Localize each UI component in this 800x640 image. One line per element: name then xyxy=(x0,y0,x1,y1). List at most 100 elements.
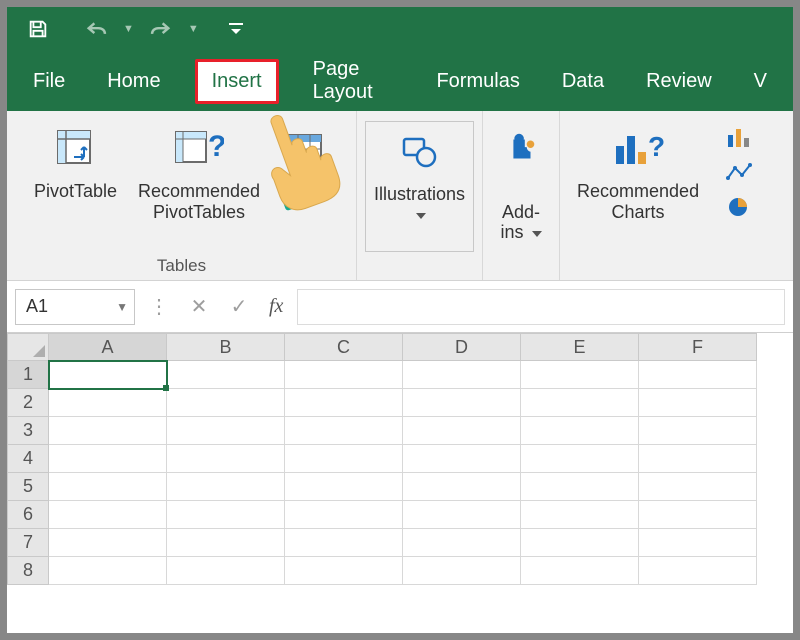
cell[interactable] xyxy=(521,529,639,557)
recommended-pivottables-button[interactable]: ? Recommended PivotTables xyxy=(129,121,269,252)
svg-text:?: ? xyxy=(208,130,224,163)
row-header[interactable]: 8 xyxy=(7,557,49,585)
cell[interactable] xyxy=(285,473,403,501)
customize-qat-icon[interactable] xyxy=(225,17,247,41)
redo-dropdown-icon[interactable]: ▼ xyxy=(188,23,199,35)
tab-formulas[interactable]: Formulas xyxy=(428,64,527,99)
cell[interactable] xyxy=(403,529,521,557)
cancel-formula-icon[interactable]: ✕ xyxy=(183,289,215,325)
cell[interactable] xyxy=(403,389,521,417)
cell[interactable] xyxy=(521,557,639,585)
select-all-corner[interactable] xyxy=(7,333,49,361)
pivottable-button[interactable]: PivotTable xyxy=(28,121,123,252)
illustrations-label: Illustrations xyxy=(374,184,465,225)
cell[interactable] xyxy=(285,557,403,585)
cell[interactable] xyxy=(639,501,757,529)
cell[interactable] xyxy=(285,529,403,557)
cell[interactable] xyxy=(403,445,521,473)
save-icon[interactable] xyxy=(23,14,53,44)
column-header[interactable]: E xyxy=(521,333,639,361)
cell[interactable] xyxy=(403,473,521,501)
illustrations-button[interactable]: Illustrations xyxy=(365,121,474,252)
undo-icon[interactable] xyxy=(79,15,113,43)
cell[interactable] xyxy=(167,473,285,501)
column-header[interactable]: D xyxy=(403,333,521,361)
recommended-charts-button[interactable]: ? Recommended Charts xyxy=(568,121,708,252)
cell[interactable] xyxy=(285,445,403,473)
cell[interactable] xyxy=(639,361,757,389)
cell[interactable] xyxy=(167,389,285,417)
row-header[interactable]: 7 xyxy=(7,529,49,557)
pie-chart-icon[interactable] xyxy=(726,195,752,224)
column-header[interactable]: A xyxy=(49,333,167,361)
cell[interactable] xyxy=(403,361,521,389)
cell[interactable] xyxy=(285,501,403,529)
row-header[interactable]: 2 xyxy=(7,389,49,417)
row-header[interactable]: 3 xyxy=(7,417,49,445)
tab-data[interactable]: Data xyxy=(554,64,612,99)
row-header[interactable]: 1 xyxy=(7,361,49,389)
tab-review[interactable]: Review xyxy=(638,64,720,99)
enter-formula-icon[interactable]: ✓ xyxy=(223,289,255,325)
tab-home[interactable]: Home xyxy=(99,64,168,99)
cell[interactable] xyxy=(49,501,167,529)
column-header[interactable]: B xyxy=(167,333,285,361)
cell[interactable] xyxy=(167,417,285,445)
tab-insert[interactable]: Insert xyxy=(195,59,279,104)
cell[interactable] xyxy=(639,557,757,585)
table-button[interactable]: Table xyxy=(275,121,335,252)
chevron-down-icon xyxy=(532,231,542,237)
svg-text:?: ? xyxy=(648,131,664,162)
cell[interactable] xyxy=(521,501,639,529)
undo-dropdown-icon[interactable]: ▼ xyxy=(123,23,134,35)
cell[interactable] xyxy=(167,529,285,557)
namebox[interactable]: A1 ▼ xyxy=(15,289,135,325)
cell[interactable] xyxy=(285,389,403,417)
cell[interactable] xyxy=(403,557,521,585)
cell[interactable] xyxy=(49,529,167,557)
cell[interactable] xyxy=(49,389,167,417)
ribbon-group-illustrations: Illustrations xyxy=(357,111,483,280)
cell[interactable] xyxy=(49,417,167,445)
cell[interactable] xyxy=(285,361,403,389)
ribbon-group-charts: ? Recommended Charts xyxy=(560,111,716,280)
cell[interactable] xyxy=(521,445,639,473)
cell[interactable] xyxy=(639,389,757,417)
cell[interactable] xyxy=(521,361,639,389)
cell[interactable] xyxy=(167,445,285,473)
formula-input[interactable] xyxy=(297,289,785,325)
redo-icon[interactable] xyxy=(144,15,178,43)
addins-button[interactable]: Add- ins xyxy=(491,121,551,252)
cell[interactable] xyxy=(521,473,639,501)
cell[interactable] xyxy=(521,389,639,417)
cell[interactable] xyxy=(167,361,285,389)
tab-view-truncated[interactable]: V xyxy=(746,64,775,99)
line-chart-icon[interactable] xyxy=(726,162,752,187)
cell[interactable] xyxy=(521,417,639,445)
cell[interactable] xyxy=(49,361,167,389)
tab-file[interactable]: File xyxy=(25,64,73,99)
cell[interactable] xyxy=(403,501,521,529)
cell[interactable] xyxy=(167,557,285,585)
insert-function-icon[interactable]: fx xyxy=(263,295,289,318)
cell[interactable] xyxy=(403,417,521,445)
row-header[interactable]: 6 xyxy=(7,501,49,529)
cell[interactable] xyxy=(639,445,757,473)
cell[interactable] xyxy=(167,501,285,529)
column-chart-icon[interactable] xyxy=(726,127,752,154)
chevron-down-icon xyxy=(416,213,426,219)
row-header[interactable]: 4 xyxy=(7,445,49,473)
column-header[interactable]: F xyxy=(639,333,757,361)
row-header[interactable]: 5 xyxy=(7,473,49,501)
cell[interactable] xyxy=(285,417,403,445)
cell[interactable] xyxy=(639,529,757,557)
cell[interactable] xyxy=(49,445,167,473)
column-header[interactable]: C xyxy=(285,333,403,361)
recommended-pivottables-label: Recommended PivotTables xyxy=(138,181,260,222)
formula-options-icon[interactable]: ⋮ xyxy=(143,289,175,325)
cell[interactable] xyxy=(49,473,167,501)
cell[interactable] xyxy=(639,473,757,501)
cell[interactable] xyxy=(639,417,757,445)
cell[interactable] xyxy=(49,557,167,585)
tab-page-layout[interactable]: Page Layout xyxy=(305,52,403,110)
